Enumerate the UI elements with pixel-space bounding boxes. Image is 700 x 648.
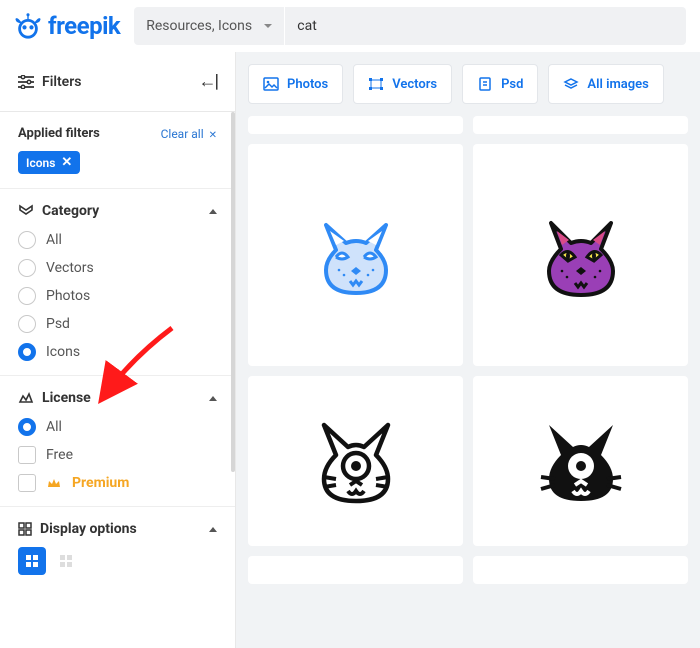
- license-option-premium[interactable]: Premium: [18, 474, 217, 492]
- display-list-button[interactable]: [52, 547, 80, 575]
- category-option-vectors[interactable]: Vectors: [18, 259, 217, 277]
- cat-cyclops-outline-icon: [306, 411, 406, 511]
- category-option-icons[interactable]: Icons: [18, 343, 217, 361]
- filter-pill-photos[interactable]: Photos: [248, 64, 343, 104]
- all-images-icon: [563, 77, 579, 91]
- close-icon: ✕: [61, 155, 72, 170]
- chevron-up-icon: [209, 209, 217, 214]
- crown-icon: [46, 476, 62, 490]
- collapse-sidebar-icon[interactable]: ←|: [198, 71, 217, 92]
- result-tile[interactable]: [248, 376, 463, 546]
- license-icon: [18, 391, 34, 405]
- cat-icon-blue: [306, 205, 406, 305]
- category-option-all[interactable]: All: [18, 231, 217, 249]
- vectors-icon: [368, 77, 384, 91]
- search-input[interactable]: [285, 7, 686, 45]
- category-option-psd[interactable]: Psd: [18, 315, 217, 333]
- result-tile[interactable]: [473, 116, 688, 134]
- clear-all-link[interactable]: Clear all ✕: [161, 127, 217, 141]
- psd-icon: [477, 77, 493, 91]
- chevron-up-icon: [209, 527, 217, 532]
- photo-icon: [263, 77, 279, 91]
- license-header[interactable]: License: [18, 390, 217, 406]
- result-tile[interactable]: [473, 144, 688, 366]
- logo-icon: [14, 12, 42, 40]
- logo-text: freepik: [48, 12, 120, 40]
- filter-pill-vectors[interactable]: Vectors: [353, 64, 452, 104]
- category-option-photos[interactable]: Photos: [18, 287, 217, 305]
- filter-pill-psd[interactable]: Psd: [462, 64, 538, 104]
- license-option-all[interactable]: All: [18, 418, 217, 436]
- license-option-free[interactable]: Free: [18, 446, 217, 464]
- result-tile[interactable]: [473, 556, 688, 584]
- display-grid-button[interactable]: [18, 547, 46, 575]
- filters-title: Filters: [42, 74, 81, 90]
- result-tile[interactable]: [248, 144, 463, 366]
- applied-filters-title: Applied filters: [18, 126, 100, 141]
- result-tile[interactable]: [248, 556, 463, 584]
- cat-cyclops-solid-icon: [531, 411, 631, 511]
- result-tile[interactable]: [473, 376, 688, 546]
- cat-icon-purple: [531, 205, 631, 305]
- logo[interactable]: freepik: [14, 12, 120, 40]
- resource-selector[interactable]: Resources, Icons: [134, 7, 284, 45]
- filter-pill-all-images[interactable]: All images: [548, 64, 663, 104]
- grid-icon: [18, 522, 32, 536]
- display-options-header[interactable]: Display options: [18, 521, 217, 537]
- result-tile[interactable]: [248, 116, 463, 134]
- category-icon: [18, 204, 34, 218]
- resource-selector-label: Resources, Icons: [146, 18, 252, 34]
- filter-chip-icons[interactable]: Icons✕: [18, 151, 80, 174]
- chevron-down-icon: [264, 24, 272, 28]
- filters-icon: [18, 75, 34, 89]
- chevron-up-icon: [209, 396, 217, 401]
- category-header[interactable]: Category: [18, 203, 217, 219]
